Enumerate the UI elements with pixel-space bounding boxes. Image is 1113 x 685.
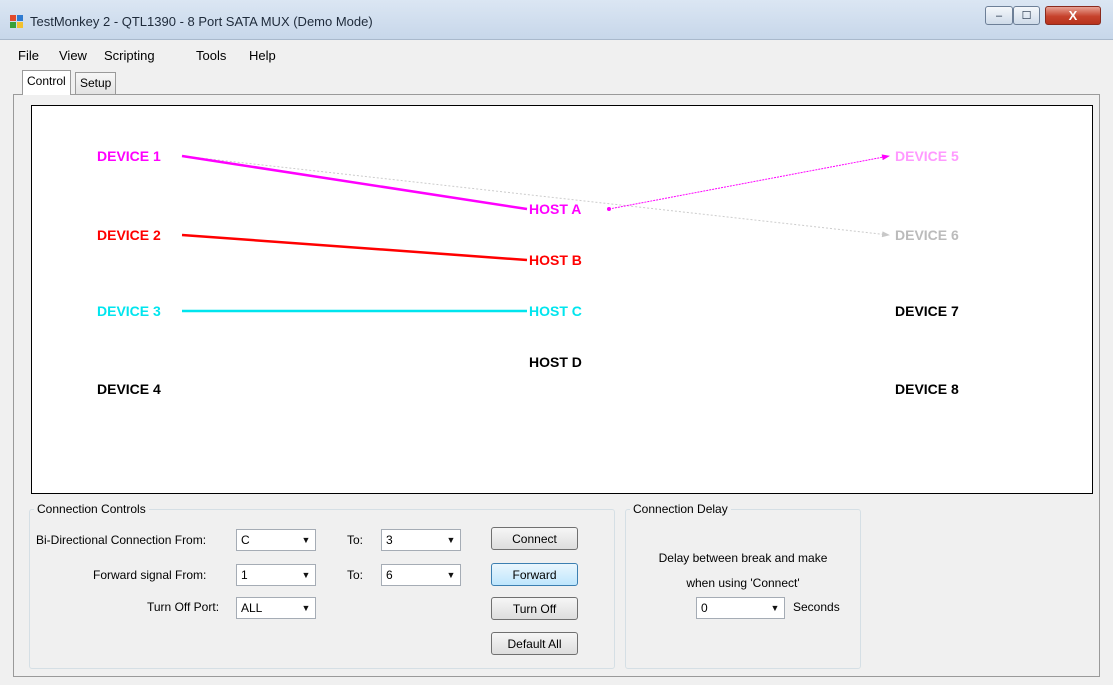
connection-line-device2-hostb [181, 233, 528, 262]
connection-controls-title: Connection Controls [34, 502, 149, 516]
device-1-label: DEVICE 1 [97, 148, 161, 164]
connection-diagram: DEVICE 1 DEVICE 2 DEVICE 3 DEVICE 4 HOST… [31, 105, 1093, 494]
forward-from-select[interactable]: 1 ▼ [236, 564, 316, 586]
connect-button[interactable]: Connect [491, 527, 578, 550]
chevron-down-icon: ▼ [301, 570, 311, 580]
forward-button[interactable]: Forward [491, 563, 578, 586]
menu-tools[interactable]: Tools [196, 48, 226, 63]
bi-to-select[interactable]: 3 ▼ [381, 529, 461, 551]
chevron-down-icon: ▼ [770, 603, 780, 613]
host-a-label: HOST A [529, 201, 582, 217]
turn-off-button[interactable]: Turn Off [491, 597, 578, 620]
device-5-label: DEVICE 5 [895, 148, 959, 164]
delay-unit-label: Seconds [793, 600, 840, 614]
device-2-label: DEVICE 2 [97, 227, 161, 243]
device-3-label: DEVICE 3 [97, 303, 161, 319]
device-8-label: DEVICE 8 [895, 381, 959, 397]
forward-line-hosta-device5 [608, 154, 890, 210]
tab-setup[interactable]: Setup [75, 72, 117, 94]
forward-signal-label: Forward signal From: [93, 568, 207, 582]
connection-delay-title: Connection Delay [630, 502, 731, 516]
menu-file[interactable]: File [18, 48, 39, 63]
forward-to-value: 6 [386, 568, 393, 582]
connection-line-device1-hosta [181, 154, 528, 211]
window-title: TestMonkey 2 - QTL1390 - 8 Port SATA MUX… [30, 14, 373, 29]
bi-from-value: C [241, 533, 250, 547]
maximize-button[interactable]: ☐ [1013, 6, 1040, 25]
forward-origin-dot [607, 207, 611, 211]
bi-to-label: To: [347, 533, 364, 547]
forward-line-device1-device6 [181, 155, 890, 238]
app-icon [10, 15, 23, 28]
chevron-down-icon: ▼ [301, 603, 311, 613]
minimize-button[interactable]: – [985, 6, 1013, 25]
close-icon: X [1068, 8, 1078, 23]
bi-directional-label: Bi-Directional Connection From: [36, 533, 207, 547]
delay-description-line2: when using 'Connect' [686, 576, 800, 590]
host-d-label: HOST D [529, 354, 582, 370]
close-button[interactable]: X [1045, 6, 1101, 25]
menu-bar [0, 40, 1113, 70]
forward-from-value: 1 [241, 568, 248, 582]
chevron-down-icon: ▼ [446, 535, 456, 545]
device-6-label: DEVICE 6 [895, 227, 959, 243]
forward-to-label: To: [347, 568, 364, 582]
maximize-icon: ☐ [1021, 10, 1032, 22]
host-b-label: HOST B [529, 252, 582, 268]
device-4-label: DEVICE 4 [97, 381, 161, 397]
delay-value: 0 [701, 601, 708, 615]
menu-help[interactable]: Help [249, 48, 276, 63]
delay-description-line1: Delay between break and make [658, 551, 828, 565]
bi-to-value: 3 [386, 533, 393, 547]
turn-off-port-label: Turn Off Port: [147, 600, 220, 614]
delay-select[interactable]: 0 ▼ [696, 597, 785, 619]
connection-lines [181, 154, 890, 313]
chevron-down-icon: ▼ [301, 535, 311, 545]
menu-view[interactable]: View [59, 48, 87, 63]
device-7-label: DEVICE 7 [895, 303, 959, 319]
turn-off-port-value: ALL [241, 601, 263, 615]
forward-to-select[interactable]: 6 ▼ [381, 564, 461, 586]
menu-scripting[interactable]: Scripting [104, 48, 155, 63]
minimize-icon: – [995, 9, 1003, 22]
tab-control[interactable]: Control [22, 70, 71, 95]
chevron-down-icon: ▼ [446, 570, 456, 580]
turn-off-port-select[interactable]: ALL ▼ [236, 597, 316, 619]
bi-from-select[interactable]: C ▼ [236, 529, 316, 551]
default-all-button[interactable]: Default All [491, 632, 578, 655]
host-c-label: HOST C [529, 303, 582, 319]
